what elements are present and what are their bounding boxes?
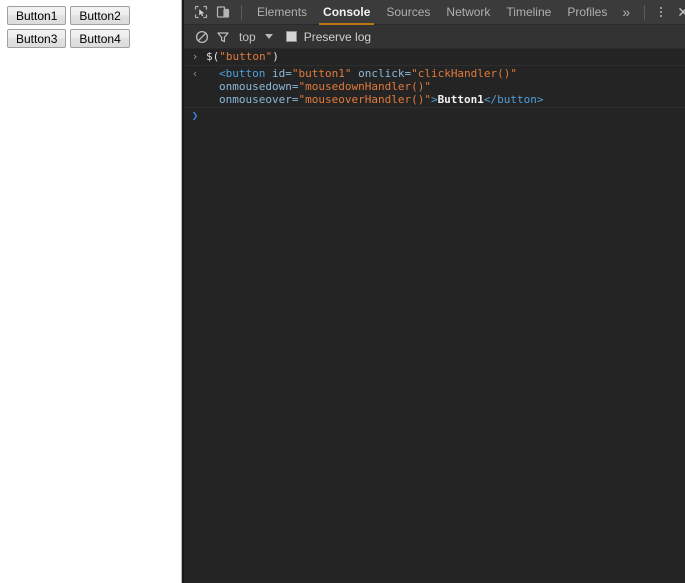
token-attr-id: id= (265, 67, 292, 80)
console-prompt-icon: ❯ (191, 109, 199, 122)
devtools-tabbar: Elements Console Sources Network Timelin… (184, 0, 685, 25)
tab-profiles[interactable]: Profiles (559, 0, 615, 25)
console-input-expression: $("button") (206, 50, 685, 63)
page-button-2[interactable]: Button2 (70, 6, 130, 25)
filter-icon[interactable] (212, 26, 233, 47)
console-output-area[interactable]: › $("button") ‹ <button id="button1" onc… (184, 49, 685, 583)
devtools-panel: Elements Console Sources Network Timelin… (182, 0, 685, 583)
preserve-log-toggle[interactable]: Preserve log (285, 29, 372, 44)
tab-elements[interactable]: Elements (249, 0, 315, 25)
console-result-markup[interactable]: <button id="button1" onclick="clickHandl… (206, 67, 685, 106)
page-button-grid: Button1 Button2 Button3 Button4 (7, 6, 130, 48)
token-plain: $( (206, 50, 220, 63)
console-input-row: › $("button") (184, 49, 685, 66)
browser-window: Button1 Button2 Button3 Button4 Elements… (0, 0, 685, 583)
preserve-log-checkbox[interactable] (285, 31, 297, 42)
kebab-menu-icon[interactable] (652, 1, 670, 23)
token-plain-close: ) (272, 50, 279, 63)
clear-console-icon[interactable] (191, 26, 212, 47)
token-tag-close-bracket: > (430, 93, 438, 106)
token-tag-end: </button> (483, 93, 544, 106)
token-value-onclick: "clickHandler()" (411, 67, 518, 80)
tab-console[interactable]: Console (315, 0, 378, 25)
tab-network[interactable]: Network (438, 0, 498, 25)
execution-context-select[interactable]: top (239, 30, 273, 44)
page-content-pane: Button1 Button2 Button3 Button4 (0, 0, 182, 583)
console-prompt-row[interactable]: ❯ (184, 108, 685, 124)
preserve-log-label: Preserve log (303, 29, 372, 44)
token-value-onmouseover: "mouseoverHandler()" (298, 93, 431, 106)
toolbar-divider (241, 4, 242, 20)
console-filter-toolbar: top Preserve log (184, 25, 685, 49)
toolbar-divider-right (644, 4, 646, 20)
token-text-node: Button1 (437, 93, 484, 106)
console-output-row: ‹ <button id="button1" onclick="clickHan… (184, 66, 685, 108)
token-attr-onclick: onclick= (351, 67, 412, 80)
console-output-gutter-icon: ‹ (191, 67, 199, 80)
device-toolbar-icon[interactable] (212, 1, 234, 23)
execution-context-value: top (239, 29, 256, 44)
inspect-element-icon[interactable] (190, 1, 212, 23)
console-input-gutter-icon: › (191, 50, 199, 63)
page-button-1[interactable]: Button1 (7, 6, 67, 25)
page-button-4[interactable]: Button4 (70, 29, 130, 48)
token-tag-open: <button (219, 67, 266, 80)
more-tabs-chevron-icon[interactable]: » (615, 0, 637, 25)
tab-timeline[interactable]: Timeline (498, 0, 559, 25)
tab-sources[interactable]: Sources (378, 0, 438, 25)
chevron-down-icon (264, 34, 273, 39)
token-string: "button" (219, 50, 273, 63)
page-button-3[interactable]: Button3 (7, 29, 67, 48)
token-value-onmousedown: "mousedownHandler()" (298, 80, 431, 93)
token-value-id: "button1" (291, 67, 352, 80)
close-icon[interactable]: ✕ (672, 1, 685, 23)
